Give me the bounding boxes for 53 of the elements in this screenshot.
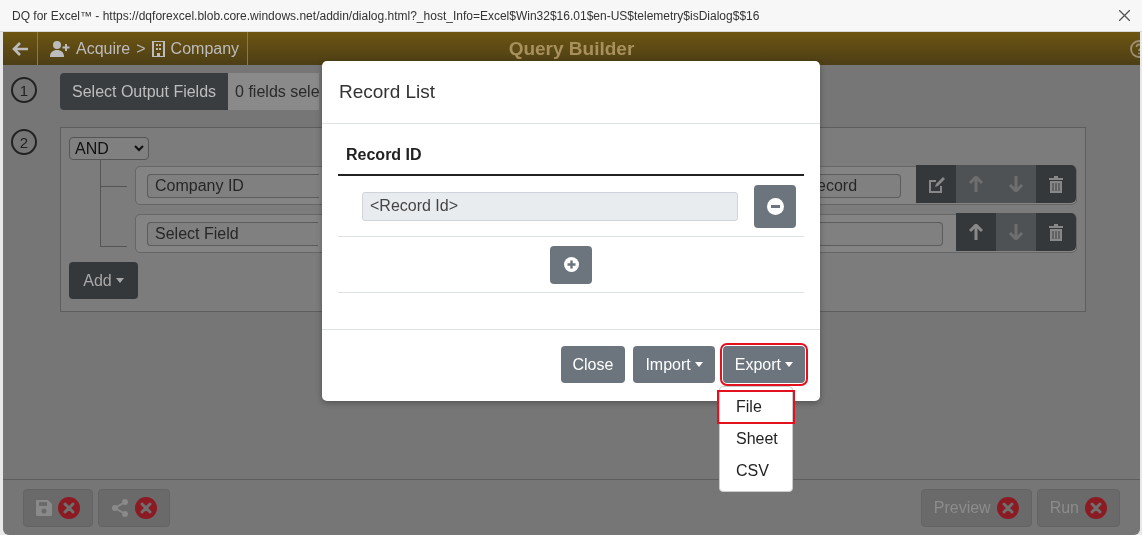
page-title: Query Builder [508, 37, 635, 59]
edit-icon [927, 175, 945, 193]
chevron-down-icon [134, 145, 144, 152]
edit-button[interactable] [916, 165, 956, 203]
dialog-button[interactable]: Import [633, 346, 715, 383]
field-select[interactable]: Select Field [147, 221, 318, 246]
dialog-button[interactable]: Export [722, 346, 805, 383]
delete-button[interactable] [1036, 213, 1076, 251]
close-circle-icon [58, 496, 80, 519]
save-button[interactable] [23, 488, 93, 527]
add-record-button[interactable] [550, 245, 592, 284]
step-number: 2 [11, 129, 37, 155]
building-icon [151, 40, 165, 57]
close-circle-icon [996, 496, 1019, 519]
breadcrumb-item[interactable]: Acquire [76, 39, 131, 58]
arrow-up-icon [969, 176, 983, 192]
select-output-fields-button[interactable]: Select Output Fields [60, 73, 229, 110]
operator-select[interactable]: AND [69, 137, 149, 160]
trash-icon [1049, 223, 1063, 241]
plus-circle-icon [563, 257, 579, 272]
trash-icon [1049, 175, 1063, 193]
close-circle-icon [1085, 496, 1107, 519]
save-icon [36, 499, 52, 516]
arrow-down-icon [1009, 224, 1023, 240]
close-icon[interactable] [1119, 10, 1130, 21]
menu-item[interactable]: Sheet [720, 423, 792, 455]
dialog-button[interactable]: Close [560, 346, 626, 383]
field-select[interactable]: Company ID [147, 173, 319, 198]
column-header: Record ID [338, 146, 804, 176]
arrow-up-icon [969, 224, 983, 240]
caret-icon [694, 362, 703, 367]
up-button[interactable] [956, 213, 996, 251]
add-button[interactable]: Add [69, 262, 138, 299]
delete-button[interactable] [1036, 165, 1076, 203]
user-plus-icon [50, 40, 70, 57]
back-arrow-icon[interactable] [12, 41, 28, 56]
share-icon [111, 498, 129, 517]
caret-icon [115, 278, 124, 283]
breadcrumb-separator: > [136, 39, 146, 58]
menu-item[interactable]: File [718, 391, 794, 423]
window-title: DQ for Excel™ - https://dqforexcel.blob.core.windows.net/addin/dialog.html?_host_Info=Excel$Win32$16.01$en-US$telemetry$isDialog$$16 [12, 8, 760, 23]
fields-summary: 0 fields sele [228, 73, 320, 110]
caret-icon [785, 362, 793, 367]
breadcrumb-item[interactable]: Company [170, 39, 240, 58]
minus-circle-icon [766, 197, 784, 215]
dialog-title: Record List [339, 81, 436, 103]
close-circle-icon [135, 496, 157, 519]
menu-item[interactable]: CSV [720, 455, 792, 487]
arrow-down-icon [1009, 176, 1023, 192]
record-id-field[interactable]: <Record Id> [362, 191, 738, 221]
step-number: 1 [11, 77, 37, 103]
remove-button[interactable] [754, 184, 796, 228]
share-button[interactable] [98, 488, 170, 527]
